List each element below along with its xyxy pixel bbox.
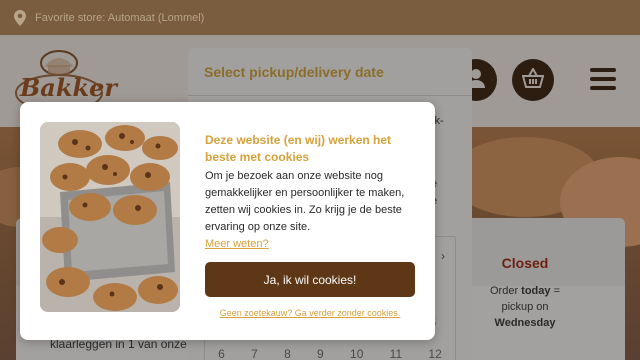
cookie-dialog-body: Om je bezoek aan onze website nog gemakk… xyxy=(205,168,417,253)
calendar-day-cell[interactable]: 6 xyxy=(218,347,225,360)
pickup-date-modal-title: Select pickup/delivery date xyxy=(204,64,384,80)
calendar-week-row: 6 7 8 9 10 11 12 xyxy=(205,347,455,360)
status-title: Closed xyxy=(501,255,549,271)
basket-button[interactable] xyxy=(512,59,554,101)
cookie-dialog-text: Om je bezoek aan onze website nog gemakk… xyxy=(205,170,405,233)
pickup-date-modal-header: Select pickup/delivery date xyxy=(188,48,472,96)
decline-cookies-link[interactable]: Geen zoetekauw? Ga verder zonder cookies… xyxy=(205,308,415,318)
cookie-dialog-title: Deze website (en wij) werken het beste m… xyxy=(205,133,392,164)
calendar-next-icon[interactable]: › xyxy=(441,249,445,263)
calendar-day-cell[interactable]: 7 xyxy=(251,347,258,360)
favorite-store-text: Favorite store: Automaat (Lommel) xyxy=(35,11,205,24)
hamburger-menu-icon[interactable] xyxy=(590,68,616,90)
calendar-day-cell[interactable]: 9 xyxy=(317,347,324,360)
logo-text: Bakker xyxy=(20,73,118,102)
status-line-pickup: pickup on xyxy=(501,301,549,313)
more-info-link[interactable]: Meer weten? xyxy=(205,236,269,253)
cookie-consent-dialog: Deze website (en wij) werken het beste m… xyxy=(20,102,435,340)
cookies-photo xyxy=(40,122,180,312)
calendar-day-cell[interactable]: 12 xyxy=(428,347,441,360)
basket-icon xyxy=(521,66,545,93)
calendar-day-cell[interactable]: 10 xyxy=(350,347,363,360)
accept-cookies-button[interactable]: Ja, ik wil cookies! xyxy=(205,262,415,297)
status-line-order: Order today = xyxy=(489,285,560,297)
calendar-day-cell[interactable]: 11 xyxy=(390,347,402,360)
calendar-day-cell[interactable]: 8 xyxy=(284,347,291,360)
status-line-day: Wednesday xyxy=(494,317,556,329)
location-pin-icon xyxy=(14,9,26,26)
store-status-box: Closed Order today = pickup on Wednesday xyxy=(475,255,575,331)
favorite-store-bar[interactable]: Favorite store: Automaat (Lommel) xyxy=(0,0,640,35)
